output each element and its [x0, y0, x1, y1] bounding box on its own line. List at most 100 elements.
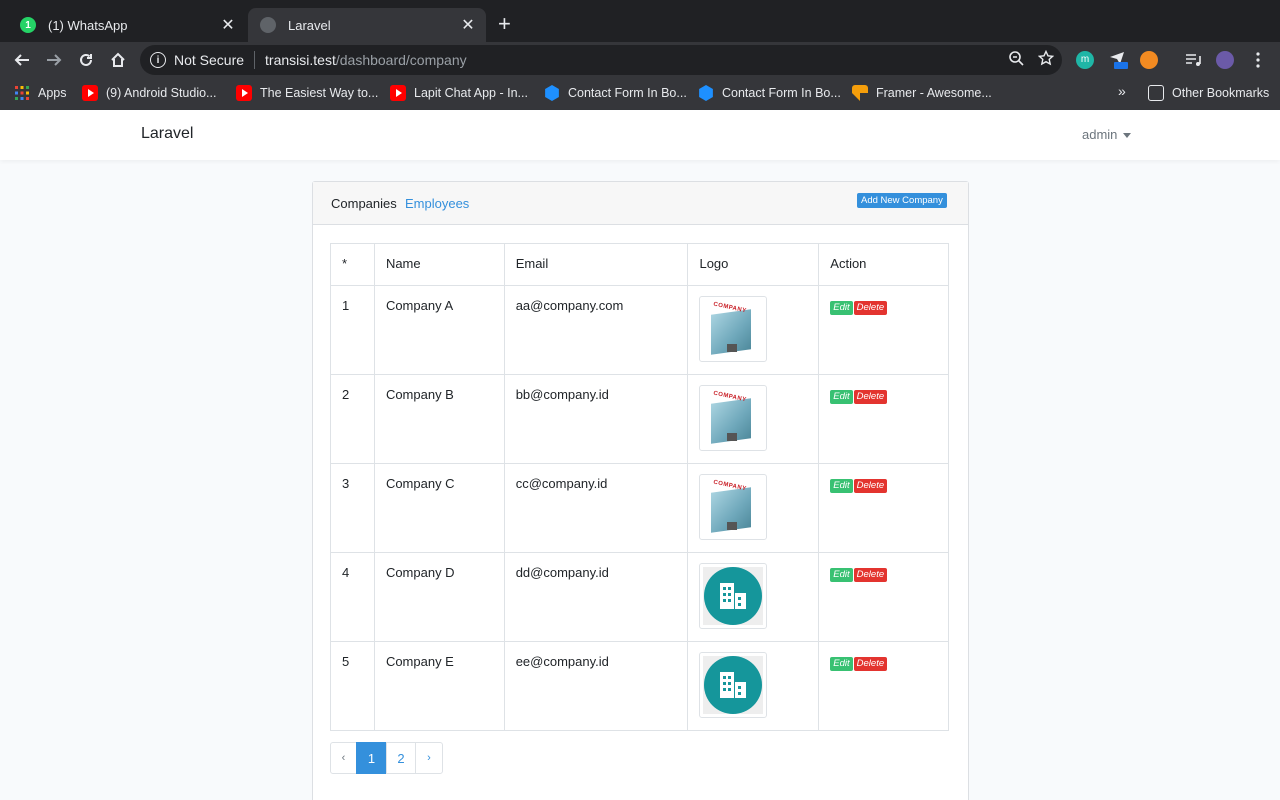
cell-name: Company B [373, 374, 505, 464]
delete-button[interactable]: Delete [853, 390, 888, 404]
bookmark-apps[interactable]: Apps [14, 85, 67, 101]
close-tab-icon[interactable]: ✕ [460, 15, 476, 35]
delete-button[interactable]: Delete [853, 568, 888, 582]
youtube-icon [390, 85, 406, 101]
bookmark-label: Contact Form In Bo... [722, 86, 841, 100]
company-logo [699, 563, 768, 629]
browser-toolbar: i Not Secure transisi.test /dashboard/co… [0, 42, 1280, 112]
company-logo: COMPANY [699, 385, 768, 451]
user-dropdown[interactable]: admin [1082, 127, 1132, 142]
bookmark-label: (9) Android Studio... [106, 86, 217, 100]
cell-name: Company D [373, 552, 505, 642]
building-illustration-icon: COMPANY [703, 389, 764, 447]
bookmark-item[interactable]: Contact Form In Bo... [698, 85, 841, 101]
folder-icon [1148, 85, 1164, 101]
home-icon[interactable] [106, 48, 130, 72]
pagination-next[interactable]: › [415, 742, 443, 774]
forward-arrow-icon[interactable] [42, 48, 66, 72]
close-tab-icon[interactable]: ✕ [220, 15, 236, 35]
cell-action: Edit Delete [818, 285, 949, 375]
company-logo: COMPANY [699, 474, 768, 540]
brand-link[interactable]: Laravel [141, 125, 193, 143]
cell-index: 3 [330, 463, 375, 553]
new-tab-button[interactable]: + [498, 12, 511, 36]
extension-send-icon[interactable] [1108, 51, 1128, 69]
info-icon[interactable]: i [150, 52, 166, 68]
header-name: Name [373, 243, 505, 286]
media-queue-icon[interactable] [1184, 51, 1202, 69]
cell-email: ee@company.id [503, 641, 689, 731]
table-row: 2 Company B bb@company.id COMPANY Edit De… [330, 374, 949, 464]
teal-building-icon [703, 656, 764, 714]
tab-title: Laravel [288, 17, 331, 33]
hexagon-icon [545, 85, 559, 101]
table-row: 3 Company C cc@company.id COMPANY Edit De… [330, 463, 949, 553]
bookmark-item[interactable]: Framer - Awesome... [852, 85, 992, 101]
bookmark-label: Contact Form In Bo... [568, 86, 687, 100]
header-logo: Logo [687, 243, 820, 286]
extension-face-icon[interactable] [1140, 51, 1158, 69]
nav-companies[interactable]: Companies [331, 196, 397, 211]
bookmark-item[interactable]: (9) Android Studio... [82, 85, 216, 101]
bookmark-star-icon[interactable] [1037, 49, 1055, 71]
app-navbar: Laravel admin [0, 110, 1280, 160]
security-label: Not Secure [174, 52, 245, 68]
profile-avatar[interactable] [1216, 51, 1234, 69]
cell-index: 5 [330, 641, 375, 731]
table-row: 4 Company D dd@company.id Edit Delete [330, 552, 949, 642]
edit-button[interactable]: Edit [830, 479, 853, 493]
tab-title: (1) WhatsApp [48, 17, 128, 33]
nav-employees[interactable]: Employees [405, 196, 469, 211]
edit-button[interactable]: Edit [830, 390, 853, 404]
bookmark-item[interactable]: Lapit Chat App - In... [390, 85, 528, 101]
cell-index: 4 [330, 552, 375, 642]
more-menu-icon[interactable] [1250, 51, 1266, 69]
globe-icon [260, 17, 276, 33]
cell-index: 1 [330, 285, 375, 375]
table-row: 5 Company E ee@company.id Edit Delete [330, 641, 949, 731]
building-illustration-icon: COMPANY [703, 478, 764, 536]
cell-index: 2 [330, 374, 375, 464]
back-arrow-icon[interactable] [10, 48, 34, 72]
cell-email: aa@company.com [503, 285, 689, 375]
cell-name: Company A [373, 285, 505, 375]
zoom-icon[interactable] [1008, 50, 1024, 71]
cell-action: Edit Delete [818, 374, 949, 464]
header-index: * [330, 243, 375, 286]
address-bar[interactable]: i Not Secure transisi.test /dashboard/co… [140, 45, 1062, 75]
edit-button[interactable]: Edit [830, 301, 853, 315]
add-company-button[interactable]: Add New Company [857, 193, 947, 208]
cell-email: bb@company.id [503, 374, 689, 464]
delete-button[interactable]: Delete [853, 657, 888, 671]
bookmarks-overflow-button[interactable]: » [1118, 83, 1126, 99]
bookmarks-bar: Apps (9) Android Studio... The Easiest W… [0, 78, 1280, 110]
edit-button[interactable]: Edit [830, 657, 853, 671]
hexagon-icon [699, 85, 713, 101]
reload-icon[interactable] [74, 48, 98, 72]
delete-button[interactable]: Delete [853, 301, 888, 315]
pagination-page-2[interactable]: 2 [386, 742, 416, 774]
youtube-icon [236, 85, 252, 101]
cell-email: cc@company.id [503, 463, 689, 553]
tab-whatsapp[interactable]: 1 (1) WhatsApp ✕ [8, 8, 246, 42]
cell-logo: COMPANY [687, 285, 820, 375]
pagination: ‹ 1 2 › [330, 742, 443, 774]
bookmark-item[interactable]: The Easiest Way to... [236, 85, 378, 101]
other-bookmarks[interactable]: Other Bookmarks [1148, 85, 1269, 101]
pagination-prev[interactable]: ‹ [330, 742, 357, 774]
cell-action: Edit Delete [818, 552, 949, 642]
table-row: 1 Company A aa@company.com COMPANY Edit D… [330, 285, 949, 375]
bookmark-item[interactable]: Contact Form In Bo... [544, 85, 687, 101]
edit-button[interactable]: Edit [830, 568, 853, 582]
cell-logo: COMPANY [687, 463, 820, 553]
youtube-icon [82, 85, 98, 101]
extension-m-icon[interactable]: m [1076, 51, 1094, 69]
delete-button[interactable]: Delete [853, 479, 888, 493]
omnibox-actions [1008, 49, 1055, 71]
teal-building-icon [703, 567, 764, 625]
cell-logo: COMPANY [687, 374, 820, 464]
cell-action: Edit Delete [818, 463, 949, 553]
pagination-page-1[interactable]: 1 [356, 742, 387, 774]
url-host: transisi.test [265, 52, 336, 68]
tab-laravel[interactable]: Laravel ✕ [248, 8, 486, 42]
